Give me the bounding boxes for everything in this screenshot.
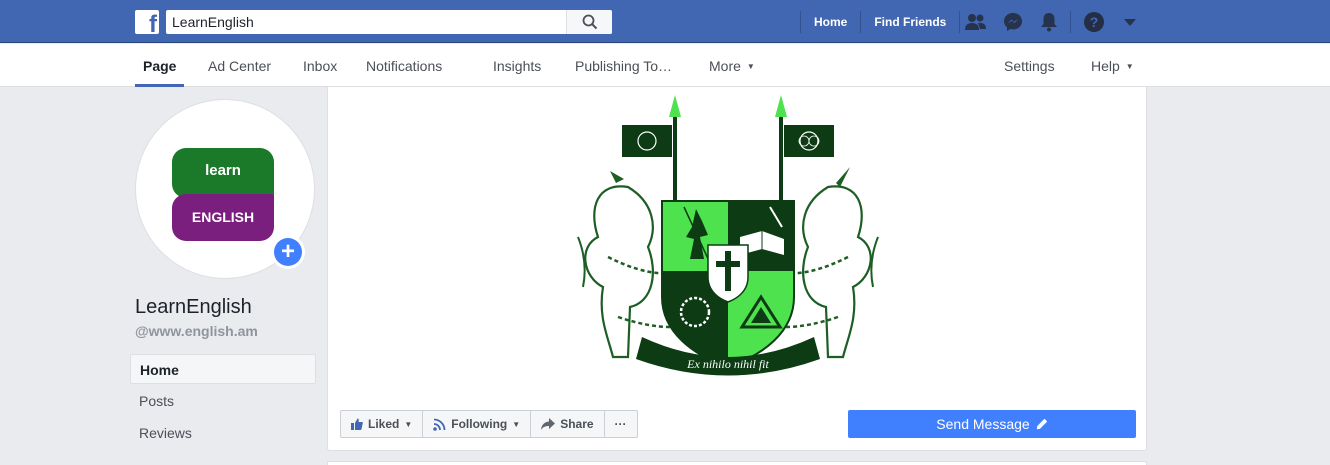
find-friends-link[interactable]: Find Friends (861, 11, 959, 33)
divider (1070, 11, 1071, 33)
share-button[interactable]: Share (531, 411, 605, 437)
svg-text:?: ? (1090, 14, 1099, 30)
add-profile-photo-button[interactable]: + (271, 235, 305, 269)
following-button[interactable]: Following ▼ (423, 411, 532, 437)
top-bar: f Home Find Friends ? (0, 0, 1330, 43)
facebook-logo-icon[interactable]: f (135, 10, 159, 37)
messenger-icon[interactable] (1002, 11, 1024, 33)
next-card-edge (327, 461, 1147, 465)
tab-notifications[interactable]: Notifications (366, 44, 442, 87)
pencil-icon (1036, 418, 1047, 430)
logo-english-block: ENGLISH (172, 194, 274, 241)
tab-help-label: Help (1091, 58, 1120, 74)
caret-down-icon: ▼ (746, 62, 755, 71)
more-options-button[interactable]: ··· (605, 411, 637, 437)
tab-settings[interactable]: Settings (1004, 44, 1055, 87)
search-input[interactable] (166, 10, 566, 34)
share-arrow-icon (541, 418, 556, 430)
more-dots-icon: ··· (614, 417, 627, 431)
page-actions-group: Liked ▼ Following ▼ Share ··· (340, 410, 638, 438)
page-name[interactable]: LearnEnglish (135, 296, 252, 319)
cover-photo-coat-of-arms[interactable]: Ex nihilo nihil fit (558, 87, 898, 387)
liked-label: Liked (368, 417, 400, 431)
tab-more[interactable]: More ▼ (709, 44, 755, 87)
home-link[interactable]: Home (801, 11, 860, 33)
sidebar-item-posts[interactable]: Posts (130, 386, 316, 416)
search-button[interactable] (566, 10, 612, 34)
bell-icon[interactable] (1038, 11, 1060, 33)
search-icon (582, 14, 597, 30)
tab-publishing-tools[interactable]: Publishing To… (575, 44, 672, 87)
liked-button[interactable]: Liked ▼ (341, 411, 424, 437)
sidebar-item-home[interactable]: Home (130, 354, 316, 384)
cover-card: Ex nihilo nihil fit Liked ▼ Following ▼ Sh… (327, 87, 1147, 451)
motto-text: Ex nihilo nihil fit (686, 357, 769, 371)
tab-inbox[interactable]: Inbox (303, 44, 337, 87)
friends-icon[interactable] (965, 11, 987, 33)
plus-icon: + (274, 238, 302, 266)
tab-page[interactable]: Page (134, 44, 186, 87)
send-message-label: Send Message (936, 416, 1030, 432)
caret-down-icon: ▼ (1125, 62, 1134, 71)
help-icon[interactable]: ? (1083, 11, 1105, 33)
tab-help[interactable]: Help ▼ (1091, 44, 1134, 87)
search-box (166, 10, 612, 34)
caret-down-icon: ▼ (404, 419, 413, 429)
thumbs-up-icon (351, 418, 363, 430)
sidebar-item-reviews[interactable]: Reviews (130, 418, 316, 448)
top-nav: Home Find Friends (800, 0, 961, 43)
tab-more-label: More (709, 58, 741, 74)
logo-learn-block: learn (172, 148, 274, 198)
send-message-button[interactable]: Send Message (848, 410, 1136, 438)
page-tab-bar: Page Ad Center Inbox Notifications Insig… (0, 44, 1330, 87)
divider (959, 10, 961, 33)
share-label: Share (560, 417, 594, 431)
following-label: Following (451, 417, 508, 431)
caret-down-icon: ▼ (512, 419, 521, 429)
page-handle[interactable]: @www.english.am (135, 323, 258, 339)
rss-icon (433, 418, 446, 431)
tab-ad-center[interactable]: Ad Center (208, 44, 271, 87)
tab-insights[interactable]: Insights (493, 44, 541, 87)
caret-down-icon[interactable] (1119, 11, 1141, 33)
